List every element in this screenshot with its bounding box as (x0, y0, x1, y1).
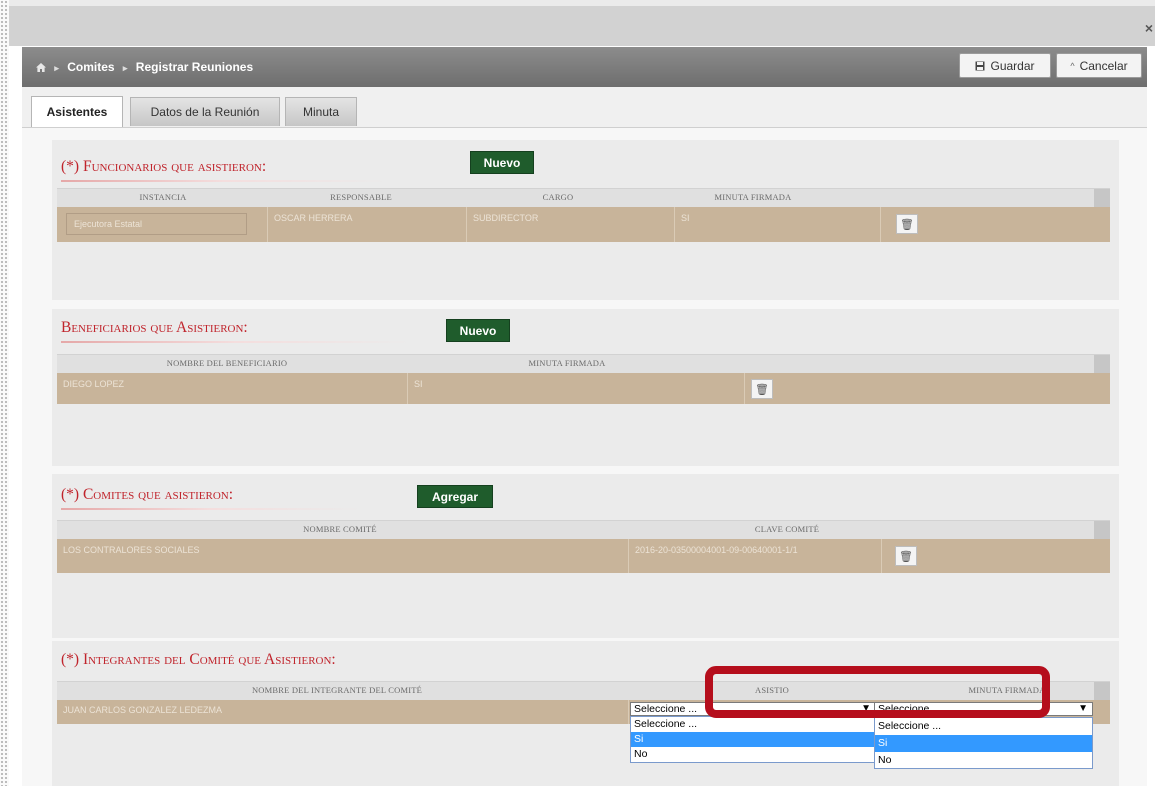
agregar-comite-button[interactable]: Agregar (417, 485, 493, 508)
cell-clave-comite: 2016-20-03500004001-09-00640001-1/1 (629, 539, 882, 573)
col-nombre-integrante: Nombre del Integrante del Comité (251, 685, 423, 695)
cancel-button-label: Cancelar (1079, 58, 1128, 73)
trash-icon: 🗑 (900, 218, 914, 231)
funcionarios-title: (*) Funcionarios que asistieron: (61, 158, 267, 175)
tab-minuta[interactable]: Minuta (285, 97, 357, 126)
comites-grid-header: Nombre Comité Clave Comité (57, 520, 1110, 539)
col-responsable: Responsable (330, 192, 392, 202)
save-button-label: Guardar (990, 58, 1035, 73)
grid-scroll-stub (1094, 189, 1110, 207)
nuevo-funcionario-button[interactable]: Nuevo (470, 151, 534, 174)
delete-comite-button[interactable]: 🗑 (895, 546, 917, 566)
cell-instancia: Ejecutora Estatal (57, 207, 268, 242)
cell-minuta: SI (408, 373, 745, 404)
minuta-option-no[interactable]: No (875, 752, 1092, 769)
delete-beneficiario-button[interactable]: 🗑 (751, 379, 773, 399)
window-edge-pattern (0, 0, 9, 786)
dropdown-arrow-icon: ▼ (1078, 703, 1088, 714)
cell-minuta: SI (675, 207, 881, 242)
tab-bar: Asistentes Datos de la Reunión Minuta (22, 87, 1147, 128)
col-instancia: Instancia (139, 192, 187, 202)
breadcrumb-item-current: Registrar Reuniones (135, 60, 254, 74)
funcionarios-grid-header: Instancia Responsable Cargo Minuta Firma… (57, 188, 1110, 207)
cell-nombre-integrante: JUAN CARLOS GONZALEZ LEDEZMA (57, 700, 629, 724)
asistio-option-si[interactable]: Si (631, 732, 875, 747)
grid-scroll-stub (1094, 682, 1110, 700)
cell-nombre: DIEGO LOPEZ (57, 373, 408, 404)
col-minuta-firmada: Minuta Firmada (528, 358, 606, 368)
minuta-options-list: Seleccione ... Si No (874, 717, 1093, 769)
col-clave-comite: Clave Comité (754, 524, 820, 534)
asistio-option-seleccione[interactable]: Seleccione ... (631, 717, 875, 732)
tab-asistentes[interactable]: Asistentes (31, 96, 123, 127)
title-underline (61, 508, 361, 510)
close-icon[interactable]: × (1145, 20, 1153, 36)
grid-scroll-stub (1094, 521, 1110, 539)
dialog-titlebar: × (9, 0, 1155, 46)
tab-datos-reunion[interactable]: Datos de la Reunión (130, 97, 280, 126)
page-header: ▸ Comites ▸ Registrar Reuniones Guardar … (22, 47, 1147, 87)
beneficiarios-title: Beneficiarios que Asistieron: (61, 319, 248, 336)
col-minuta-firmada: Minuta Firmada (714, 192, 792, 202)
grid-scroll-stub (1094, 355, 1110, 373)
title-underline (61, 180, 386, 182)
home-icon[interactable] (36, 60, 49, 74)
breadcrumb-separator-icon: ▸ (122, 63, 128, 73)
breadcrumb-item-comites[interactable]: Comites (67, 60, 114, 74)
cell-nombre-comite: LOS CONTRALORES SOCIALES (57, 539, 629, 573)
col-nombre-comite: Nombre Comité (303, 524, 377, 534)
cell-responsable: OSCAR HERRERA (268, 207, 467, 242)
breadcrumb-separator-icon: ▸ (54, 63, 59, 73)
col-nombre-beneficiario: Nombre del Beneficiario (166, 358, 288, 368)
funcionarios-section: (*) Funcionarios que asistieron: Nuevo I… (52, 140, 1119, 300)
chevron-up-icon: ^ (1070, 60, 1075, 71)
asistio-options-list: Seleccione ... Si No (630, 716, 876, 763)
save-button[interactable]: Guardar (959, 53, 1051, 78)
col-cargo: Cargo (542, 192, 574, 202)
table-row[interactable]: DIEGO LOPEZ SI 🗑 (57, 373, 1110, 404)
comites-title: (*) Comites que asistieron: (61, 486, 234, 503)
title-underline (61, 341, 411, 343)
beneficiarios-grid-header: Nombre del Beneficiario Minuta Firmada (57, 354, 1110, 373)
asistio-select-value: Seleccione ... (634, 703, 698, 715)
trash-icon: 🗑 (755, 383, 769, 396)
minuta-option-seleccione[interactable]: Seleccione ... (875, 718, 1092, 735)
table-row[interactable]: LOS CONTRALORES SOCIALES 2016-20-0350000… (57, 539, 1110, 573)
nuevo-beneficiario-button[interactable]: Nuevo (446, 319, 510, 342)
beneficiarios-section: Beneficiarios que Asistieron: Nuevo Nomb… (52, 309, 1119, 466)
cell-cargo: SUBDIRECTOR (467, 207, 675, 242)
breadcrumb: ▸ Comites ▸ Registrar Reuniones (36, 60, 253, 74)
save-icon (975, 61, 985, 70)
trash-icon: 🗑 (899, 550, 913, 563)
table-row[interactable]: Ejecutora Estatal OSCAR HERRERA SUBDIREC… (57, 207, 1110, 242)
highlight-annotation-box (705, 666, 1050, 718)
minuta-option-si[interactable]: Si (875, 735, 1092, 752)
integrantes-title: (*) Integrantes del Comité que Asistiero… (61, 651, 336, 668)
cancel-button[interactable]: ^ Cancelar (1056, 53, 1142, 78)
asistio-option-no[interactable]: No (631, 747, 875, 762)
comites-section: (*) Comites que asistieron: Agregar Nomb… (52, 474, 1119, 638)
instancia-field[interactable]: Ejecutora Estatal (66, 213, 247, 235)
delete-funcionario-button[interactable]: 🗑 (896, 214, 918, 234)
